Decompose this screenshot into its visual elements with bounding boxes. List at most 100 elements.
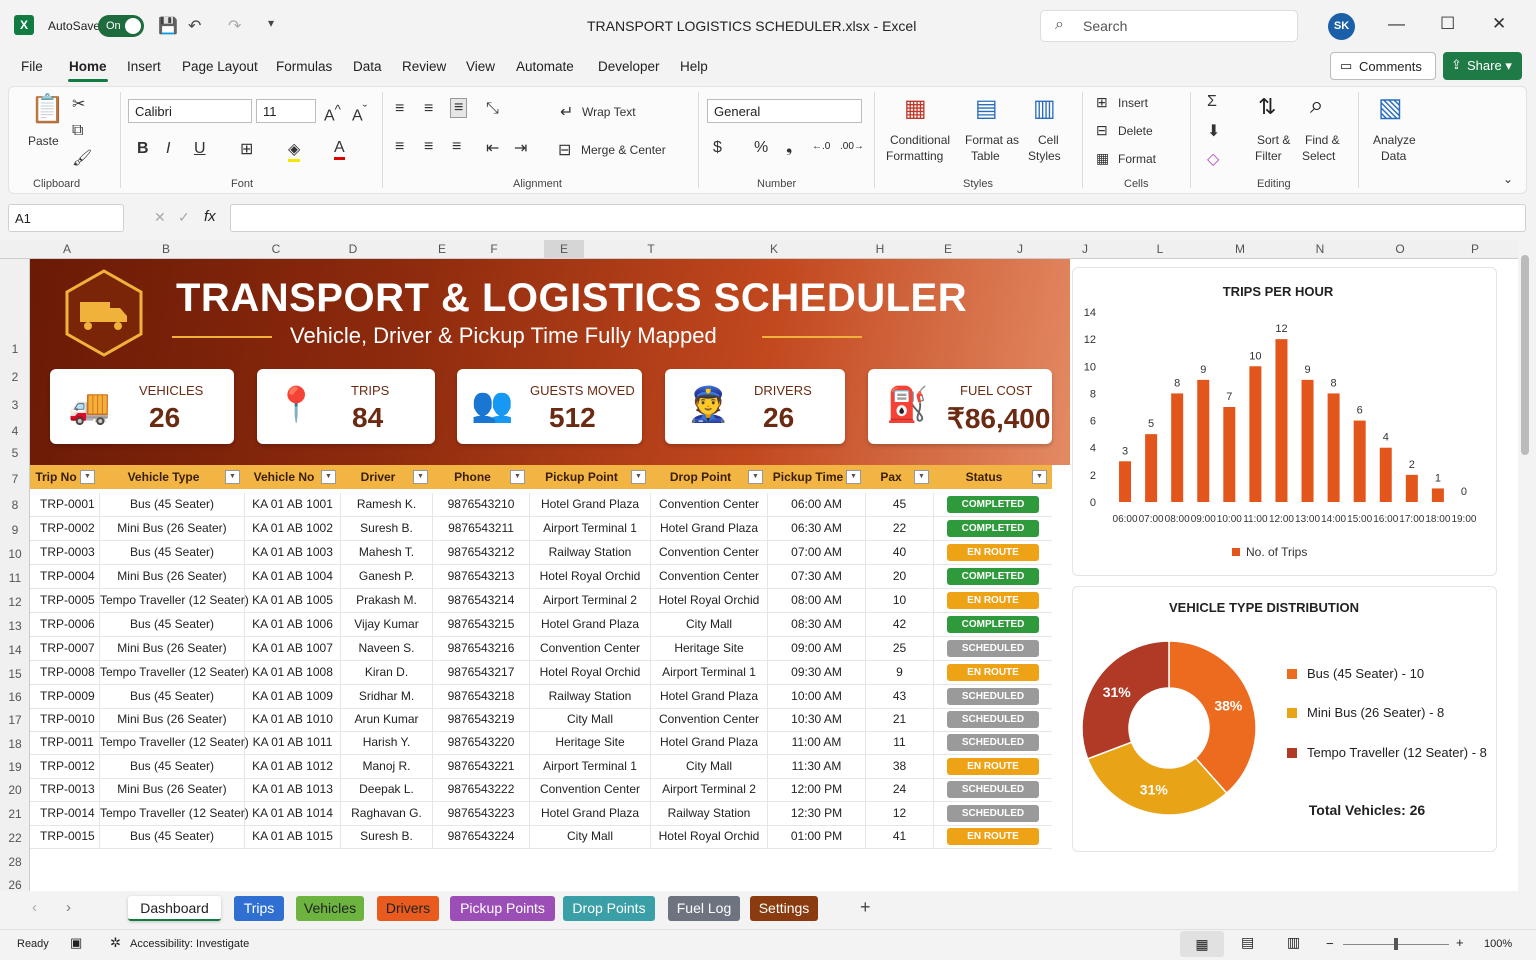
align-middle-icon[interactable]: ≡ <box>424 100 433 118</box>
table-cell[interactable]: 20 <box>866 565 934 588</box>
increase-decimal-icon[interactable]: ←.0 <box>812 141 830 152</box>
formula-input[interactable] <box>230 204 1526 232</box>
filter-dropdown-icon[interactable]: ▼ <box>846 470 861 484</box>
table-cell[interactable]: TRP-0008 <box>30 661 100 684</box>
table-cell[interactable]: Hotel Royal Orchid <box>530 565 651 588</box>
zoom-in-icon[interactable]: + <box>1456 935 1464 950</box>
table-cell[interactable]: Airport Terminal 1 <box>651 661 768 684</box>
table-cell[interactable]: Convention Center <box>651 565 768 588</box>
table-cell[interactable]: TRP-0010 <box>30 708 100 731</box>
table-cell[interactable]: KA 01 AB 1006 <box>245 613 341 636</box>
menu-home[interactable]: Home <box>69 59 107 74</box>
table-cell[interactable]: KA 01 AB 1008 <box>245 661 341 684</box>
format-as-table-icon[interactable]: ▤ <box>975 94 998 123</box>
paste-icon[interactable]: 📋 <box>30 92 65 125</box>
table-cell[interactable]: Deepak L. <box>341 778 433 801</box>
table-cell[interactable]: TRP-0005 <box>30 589 100 612</box>
row-header[interactable]: 8 <box>0 498 30 512</box>
table-label[interactable]: Table <box>971 149 1000 163</box>
table-cell[interactable]: 9876543221 <box>433 755 530 778</box>
sheet-tab-vehicles[interactable]: Vehicles <box>296 896 364 921</box>
share-button[interactable]: ⇪ Share ▾ <box>1443 52 1522 80</box>
function-icon[interactable]: fx <box>204 208 216 225</box>
table-cell[interactable]: Ramesh K. <box>341 493 433 516</box>
table-cell[interactable]: Bus (45 Seater) <box>100 493 245 516</box>
table-cell[interactable]: KA 01 AB 1004 <box>245 565 341 588</box>
table-cell[interactable]: Hotel Royal Orchid <box>651 825 768 848</box>
table-cell[interactable]: 22 <box>866 517 934 540</box>
table-cell[interactable]: Manoj R. <box>341 755 433 778</box>
column-header[interactable]: E <box>928 240 968 259</box>
underline-icon[interactable]: U <box>194 140 206 158</box>
table-cell[interactable]: Mini Bus (26 Seater) <box>100 708 245 731</box>
table-cell[interactable]: Bus (45 Seater) <box>100 613 245 636</box>
table-cell[interactable]: 07:30 AM <box>768 565 866 588</box>
name-box[interactable]: A1 <box>8 204 124 232</box>
table-cell[interactable]: 38 <box>866 755 934 778</box>
table-cell[interactable]: KA 01 AB 1001 <box>245 493 341 516</box>
table-cell[interactable]: Tempo Traveller (12 Seater) <box>100 589 249 612</box>
column-header[interactable]: F <box>474 240 514 259</box>
table-cell[interactable]: City Mall <box>530 708 651 731</box>
table-cell[interactable]: Hotel Grand Plaza <box>530 493 651 516</box>
table-cell[interactable]: Bus (45 Seater) <box>100 541 245 564</box>
table-cell[interactable]: 9876543224 <box>433 825 530 848</box>
table-cell[interactable]: 9876543223 <box>433 802 530 825</box>
table-cell[interactable]: 06:00 AM <box>768 493 866 516</box>
table-cell[interactable]: Heritage Site <box>651 637 768 660</box>
align-right-icon[interactable]: ≡ <box>452 138 461 156</box>
sheet-tab-drivers[interactable]: Drivers <box>377 896 439 921</box>
analyze-label[interactable]: Analyze <box>1373 133 1416 147</box>
table-cell[interactable]: KA 01 AB 1009 <box>245 685 341 708</box>
table-cell[interactable]: 11:00 AM <box>768 731 866 754</box>
table-cell[interactable]: 45 <box>866 493 934 516</box>
column-header[interactable]: E <box>544 240 584 259</box>
table-cell[interactable]: TRP-0015 <box>30 825 100 848</box>
next-sheet-icon[interactable]: › <box>66 899 71 916</box>
row-header[interactable]: 10 <box>0 547 30 561</box>
filter-dropdown-icon[interactable]: ▼ <box>225 470 240 484</box>
filter-dropdown-icon[interactable]: ▼ <box>748 470 763 484</box>
table-cell[interactable]: 24 <box>866 778 934 801</box>
table-cell[interactable]: TRP-0004 <box>30 565 100 588</box>
table-cell[interactable]: Naveen S. <box>341 637 433 660</box>
table-cell[interactable]: Kiran D. <box>341 661 433 684</box>
table-cell[interactable]: Mini Bus (26 Seater) <box>100 778 245 801</box>
table-cell[interactable]: Prakash M. <box>341 589 433 612</box>
table-cell[interactable]: KA 01 AB 1002 <box>245 517 341 540</box>
row-header[interactable]: 14 <box>0 643 30 657</box>
table-cell[interactable]: 09:30 AM <box>768 661 866 684</box>
enter-formula-icon[interactable]: ✓ <box>178 209 190 226</box>
table-cell[interactable]: TRP-0012 <box>30 755 100 778</box>
clear-icon[interactable]: ◇ <box>1207 149 1219 169</box>
table-cell[interactable]: TRP-0003 <box>30 541 100 564</box>
filter-dropdown-icon[interactable]: ▼ <box>80 470 95 484</box>
table-cell[interactable]: Hotel Grand Plaza <box>651 685 768 708</box>
table-cell[interactable]: Mini Bus (26 Seater) <box>100 637 245 660</box>
table-cell[interactable]: KA 01 AB 1011 <box>245 731 341 754</box>
menu-review[interactable]: Review <box>402 59 446 74</box>
merge-center-button[interactable]: Merge & Center <box>581 143 666 157</box>
table-cell[interactable]: Airport Terminal 1 <box>530 517 651 540</box>
row-header[interactable]: 5 <box>0 446 30 460</box>
zoom-slider-thumb[interactable] <box>1394 938 1398 950</box>
table-cell[interactable]: 01:00 PM <box>768 825 866 848</box>
table-cell[interactable]: Hotel Grand Plaza <box>651 731 768 754</box>
menu-page-layout[interactable]: Page Layout <box>182 59 258 74</box>
font-name-select[interactable]: Calibri <box>128 99 252 123</box>
sort-label[interactable]: Sort & <box>1257 133 1290 147</box>
table-cell[interactable]: City Mall <box>530 825 651 848</box>
table-cell[interactable]: Suresh B. <box>341 517 433 540</box>
table-cell[interactable]: KA 01 AB 1015 <box>245 825 341 848</box>
conditional-formatting-icon[interactable]: ▦ <box>904 94 927 123</box>
table-cell[interactable]: 09:00 AM <box>768 637 866 660</box>
column-header[interactable]: D <box>333 240 373 259</box>
table-cell[interactable]: TRP-0011 <box>30 731 100 754</box>
table-cell[interactable]: 9876543216 <box>433 637 530 660</box>
table-cell[interactable]: Harish Y. <box>341 731 433 754</box>
table-cell[interactable]: Mini Bus (26 Seater) <box>100 565 245 588</box>
table-cell[interactable]: Bus (45 Seater) <box>100 685 245 708</box>
column-header[interactable]: C <box>256 240 296 259</box>
table-cell[interactable]: Airport Terminal 2 <box>651 778 768 801</box>
table-cell[interactable]: Railway Station <box>651 802 768 825</box>
